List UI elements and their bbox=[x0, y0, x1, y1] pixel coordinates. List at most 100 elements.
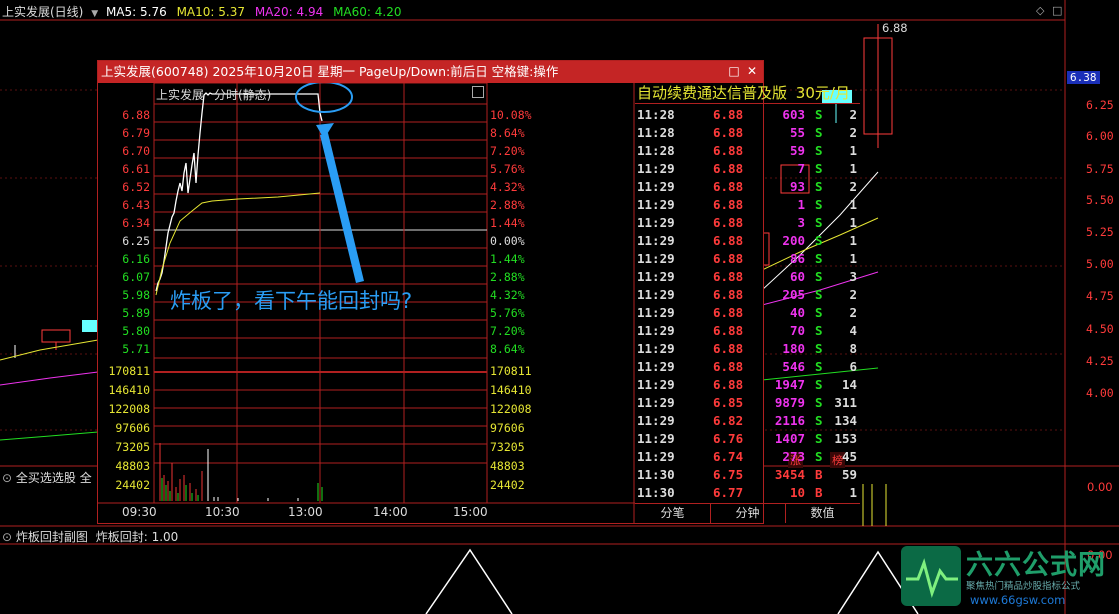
trade-price: 6.88 bbox=[713, 179, 744, 194]
price-tick: 5.89 bbox=[122, 306, 150, 320]
collapse-icon[interactable]: ⊙ bbox=[2, 530, 12, 544]
daily-header: 上实发展(日线) ▼ MA5: 5.76 MA10: 5.37 MA20: 4.… bbox=[2, 3, 401, 20]
trade-volume: 10 bbox=[789, 485, 805, 500]
trade-side: B bbox=[815, 485, 823, 500]
volume-tick: 122008 bbox=[108, 402, 150, 416]
trade-volume: 1407 bbox=[774, 431, 805, 446]
trade-volume: 180 bbox=[782, 341, 805, 356]
tab-minute[interactable]: 分钟 bbox=[710, 503, 786, 523]
tab-tick-trades[interactable]: 分笔 bbox=[635, 503, 711, 523]
trade-side: S bbox=[815, 233, 823, 248]
trade-volume: 3454 bbox=[774, 467, 805, 482]
trade-volume: 273 bbox=[782, 449, 805, 464]
trade-count: 4 bbox=[849, 323, 857, 338]
trade-price: 6.88 bbox=[713, 107, 744, 122]
pct-tick: 2.88% bbox=[490, 270, 525, 284]
trade-row: 11:29 6.88 40 S 2 bbox=[635, 304, 860, 322]
trade-row: 11:29 6.74 273 S 45 bbox=[635, 448, 860, 466]
trades-header: 自动续费通达信普及版 30元/月 bbox=[637, 83, 850, 103]
trade-count: 153 bbox=[834, 431, 857, 446]
collapse-icon[interactable]: ⊙ bbox=[2, 471, 12, 485]
chart-title: 上实发展 bbox=[156, 88, 205, 102]
trade-side: S bbox=[815, 161, 823, 176]
last-price-badge: 6.38 bbox=[1067, 71, 1100, 84]
trade-row: 11:29 6.88 93 S 2 bbox=[635, 178, 860, 196]
trade-price: 6.77 bbox=[713, 485, 744, 500]
price-axis-tick: 5.50 bbox=[1086, 193, 1114, 207]
pct-tick: 10.08% bbox=[490, 108, 532, 122]
diamond-icon[interactable]: ◇ bbox=[1036, 4, 1044, 17]
trade-row: 11:30 6.77 10 B 1 bbox=[635, 484, 860, 502]
trade-time: 11:30 bbox=[637, 467, 675, 482]
tab-values[interactable]: 数值 bbox=[785, 503, 860, 523]
trade-volume: 9879 bbox=[774, 395, 805, 410]
trade-row: 11:29 6.88 86 S 1 bbox=[635, 250, 860, 268]
close-icon[interactable]: ✕ bbox=[744, 63, 760, 79]
trade-count: 2 bbox=[849, 107, 857, 122]
trade-side: S bbox=[815, 377, 823, 392]
trade-time: 11:28 bbox=[637, 143, 675, 158]
price-axis-tick: 4.00 bbox=[1086, 386, 1114, 400]
time-tick: 09:30 bbox=[122, 505, 157, 519]
trade-count: 14 bbox=[841, 377, 857, 392]
price-axis-tick: 4.75 bbox=[1086, 289, 1114, 303]
trade-side: B bbox=[815, 467, 823, 482]
trade-side: S bbox=[815, 341, 823, 356]
trade-volume: 1 bbox=[797, 197, 805, 212]
popup-title-bar[interactable]: 上实发展(600748) 2025年10月20日 星期一 PageUp/Down… bbox=[98, 61, 763, 83]
trade-volume: 2116 bbox=[774, 413, 805, 428]
trade-count: 2 bbox=[849, 305, 857, 320]
ma5-label: MA5: 5.76 bbox=[105, 5, 167, 19]
price-tick: 6.79 bbox=[122, 126, 150, 140]
trade-price: 6.88 bbox=[713, 287, 744, 302]
trades-header-price: 30元/月 bbox=[795, 84, 850, 102]
watermark-sub: 聚焦热门精品炒股指标公式 bbox=[966, 581, 1081, 592]
trade-count: 1 bbox=[849, 197, 857, 212]
chart-toggle-icon[interactable] bbox=[472, 86, 484, 98]
time-tick: 14:00 bbox=[373, 505, 408, 519]
volume-tick: 97606 bbox=[490, 421, 525, 435]
trade-time: 11:28 bbox=[637, 107, 675, 122]
trade-row: 11:28 6.88 59 S 1 bbox=[635, 142, 860, 160]
trade-time: 11:29 bbox=[637, 161, 675, 176]
watermark-logo-icon bbox=[901, 546, 961, 606]
trade-time: 11:29 bbox=[637, 413, 675, 428]
price-tick: 6.43 bbox=[122, 198, 150, 212]
volume-tick: 73205 bbox=[490, 440, 525, 454]
time-tick: 15:00 bbox=[453, 505, 488, 519]
trade-row: 11:29 6.88 70 S 4 bbox=[635, 322, 860, 340]
price-tick: 6.61 bbox=[122, 162, 150, 176]
chevron-down-icon[interactable]: ▼ bbox=[91, 9, 98, 19]
trade-side: S bbox=[815, 323, 823, 338]
price-tick: 6.88 bbox=[122, 108, 150, 122]
trade-row: 11:29 6.88 1947 S 14 bbox=[635, 376, 860, 394]
trade-side: S bbox=[815, 251, 823, 266]
trade-count: 59 bbox=[841, 467, 857, 482]
volume-tick: 24402 bbox=[490, 478, 525, 492]
trade-row: 11:28 6.88 55 S 2 bbox=[635, 124, 860, 142]
trade-row: 11:29 6.88 200 S 1 bbox=[635, 232, 860, 250]
price-tick: 6.07 bbox=[122, 270, 150, 284]
trade-price: 6.82 bbox=[713, 413, 744, 428]
mid-panel-label-cut: 全 bbox=[79, 471, 92, 485]
price-axis-tick: 4.50 bbox=[1086, 322, 1114, 336]
trade-row: 11:29 6.88 7 S 1 bbox=[635, 160, 860, 178]
annotation-text: 炸板了，看下午能回封吗? bbox=[170, 289, 413, 313]
trade-volume: 603 bbox=[782, 107, 805, 122]
pct-tick: 8.64% bbox=[490, 126, 525, 140]
volume-tick: 24402 bbox=[115, 478, 150, 492]
price-tick: 5.71 bbox=[122, 342, 150, 356]
intraday-popup-window[interactable]: 上实发展(600748) 2025年10月20日 星期一 PageUp/Down… bbox=[97, 60, 860, 524]
square-icon[interactable]: □ bbox=[1052, 4, 1062, 17]
trade-row: 11:29 6.88 60 S 3 bbox=[635, 268, 860, 286]
trade-row: 11:29 6.82 2116 S 134 bbox=[635, 412, 860, 430]
volume-tick: 146410 bbox=[108, 383, 150, 397]
trades-header-text: 自动续费通达信普及版 bbox=[637, 84, 788, 102]
volume-tick: 170811 bbox=[108, 364, 150, 378]
trade-price: 6.88 bbox=[713, 125, 744, 140]
maximize-icon[interactable]: □ bbox=[726, 63, 742, 79]
trade-price: 6.88 bbox=[713, 305, 744, 320]
trade-row: 11:29 6.88 546 S 6 bbox=[635, 358, 860, 376]
price-tick: 6.34 bbox=[122, 216, 150, 230]
trade-price: 6.74 bbox=[713, 449, 744, 464]
